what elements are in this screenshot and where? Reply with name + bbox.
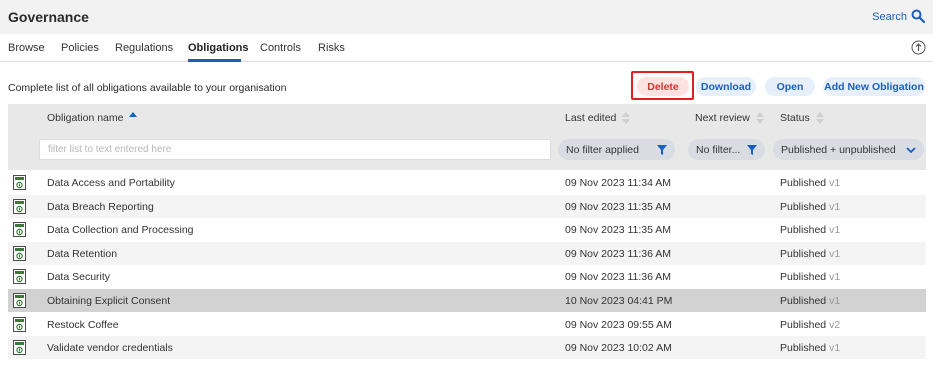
table-row[interactable]: Restock Coffee 09 Nov 2023 09:55 AM Publis… (8, 313, 926, 336)
active-tab-indicator (188, 59, 241, 62)
status-value: Published v1 (780, 271, 840, 283)
tab-obligations[interactable]: Obligations (188, 42, 249, 54)
status-value: Published v1 (780, 295, 840, 307)
table-row[interactable]: Data Collection and Processing 09 Nov 202… (8, 218, 926, 241)
delete-button[interactable]: Delete (637, 77, 689, 96)
chevron-down-icon (906, 146, 916, 153)
table-row[interactable]: Data Security 09 Nov 2023 11:36 AM Publish… (8, 265, 926, 288)
version-label: v1 (829, 295, 841, 307)
obligation-document-icon (13, 340, 26, 356)
obligation-document-icon (13, 293, 26, 308)
download-button[interactable]: Download (696, 77, 756, 96)
version-label: v1 (829, 200, 841, 213)
column-header-last-edited[interactable]: Last edited (565, 112, 631, 124)
obligation-document-icon (13, 316, 26, 332)
last-edited-value: 09 Nov 2023 11:34 AM (565, 177, 672, 189)
tab-regulations[interactable]: Regulations (115, 42, 173, 54)
search-icon[interactable] (911, 9, 925, 23)
obligation-name[interactable]: Validate vendor credentials (47, 342, 173, 354)
last-edited-value: 09 Nov 2023 10:02 AM (565, 342, 672, 355)
column-header-name[interactable]: Obligation name (47, 112, 138, 124)
obligation-document-icon (13, 245, 26, 261)
obligation-name[interactable]: Data Breach Reporting (47, 201, 154, 213)
status-text: Published (780, 342, 827, 355)
table-row[interactable]: Data Retention 09 Nov 2023 11:36 AM Publis… (8, 241, 926, 265)
funnel-icon (657, 144, 667, 155)
status-text: Published (780, 247, 827, 260)
tab-controls[interactable]: Controls (260, 42, 301, 54)
column-header-next-review[interactable]: Next review (695, 112, 764, 124)
add-new-obligation-button[interactable]: Add New Obligation (823, 77, 925, 96)
tab-risks[interactable]: Risks (318, 42, 345, 54)
status-value: Published v1 (780, 248, 840, 260)
status-value: Published v1 (780, 201, 840, 213)
sort-icon[interactable] (815, 112, 824, 124)
sort-ascending-icon[interactable] (129, 112, 138, 124)
tab-bar: Browse Policies Regulations Obligations … (0, 34, 933, 62)
column-header-status-label: Status (780, 112, 810, 124)
last-edited-value: 09 Nov 2023 11:35 AM (565, 224, 672, 237)
status-text: Published (780, 318, 827, 331)
status-text: Published (780, 177, 827, 189)
next-review-filter-label: No filter... (696, 143, 741, 156)
last-edited-value: 09 Nov 2023 11:36 AM (565, 271, 672, 284)
obligation-name[interactable]: Data Security (47, 271, 110, 283)
version-label: v1 (829, 177, 841, 189)
obligation-document-icon (13, 222, 26, 238)
column-header-next-review-label: Next review (695, 112, 750, 124)
version-label: v1 (829, 342, 841, 355)
last-edited-filter-label: No filter applied (566, 143, 639, 156)
column-header-name-label: Obligation name (47, 112, 124, 124)
obligation-name[interactable]: Obtaining Explicit Consent (47, 295, 170, 307)
tab-policies[interactable]: Policies (61, 42, 99, 54)
version-label: v1 (829, 247, 841, 260)
upload-icon[interactable] (911, 40, 926, 55)
column-header-status[interactable]: Status (780, 112, 824, 124)
version-label: v1 (829, 271, 841, 284)
list-description: Complete list of all obligations availab… (8, 82, 287, 94)
obligation-name[interactable]: Data Access and Portability (47, 177, 175, 189)
search-link[interactable]: Search (872, 11, 907, 23)
obligation-name[interactable]: Restock Coffee (47, 319, 119, 331)
status-value: Published v2 (780, 319, 840, 331)
funnel-icon (747, 144, 757, 155)
status-filter-dropdown[interactable]: Published + unpublished (773, 139, 924, 160)
status-text: Published (780, 200, 827, 213)
open-button[interactable]: Open (765, 77, 815, 96)
status-text: Published (780, 295, 827, 307)
status-value: Published v1 (780, 342, 840, 354)
version-label: v2 (829, 318, 841, 331)
table-row[interactable]: Validate vendor credentials 09 Nov 2023 1… (8, 336, 926, 360)
next-review-filter[interactable]: No filter... (688, 139, 765, 160)
obligation-document-icon (13, 175, 26, 190)
obligation-document-icon (13, 269, 26, 285)
last-edited-value: 10 Nov 2023 04:41 PM (565, 295, 673, 307)
top-bar: Governance Search (0, 0, 933, 34)
last-edited-value: 09 Nov 2023 09:55 AM (565, 318, 672, 331)
status-text: Published (780, 224, 827, 237)
status-filter-label: Published + unpublished (781, 143, 896, 156)
status-value: Published v1 (780, 177, 840, 189)
obligation-document-icon (13, 198, 26, 214)
obligation-name[interactable]: Data Collection and Processing (47, 224, 194, 236)
table-row[interactable]: Obtaining Explicit Consent 10 Nov 2023 04… (8, 289, 926, 312)
tab-browse[interactable]: Browse (8, 42, 45, 54)
name-filter-input[interactable] (39, 139, 551, 160)
last-edited-value: 09 Nov 2023 11:36 AM (565, 247, 672, 260)
table-row[interactable]: Data Access and Portability 09 Nov 2023 1… (8, 171, 926, 194)
app-title: Governance (8, 9, 89, 25)
sort-icon[interactable] (622, 112, 631, 124)
version-label: v1 (829, 224, 841, 237)
last-edited-value: 09 Nov 2023 11:35 AM (565, 200, 672, 213)
column-header-last-edited-label: Last edited (565, 112, 617, 124)
obligation-name[interactable]: Data Retention (47, 248, 117, 260)
last-edited-filter[interactable]: No filter applied (558, 139, 675, 160)
sort-icon[interactable] (755, 112, 764, 124)
status-value: Published v1 (780, 224, 840, 236)
table-row[interactable]: Data Breach Reporting 09 Nov 2023 11:35 A… (8, 194, 926, 218)
grid-header: Obligation name Last edited Next review … (8, 104, 926, 170)
status-text: Published (780, 271, 827, 284)
